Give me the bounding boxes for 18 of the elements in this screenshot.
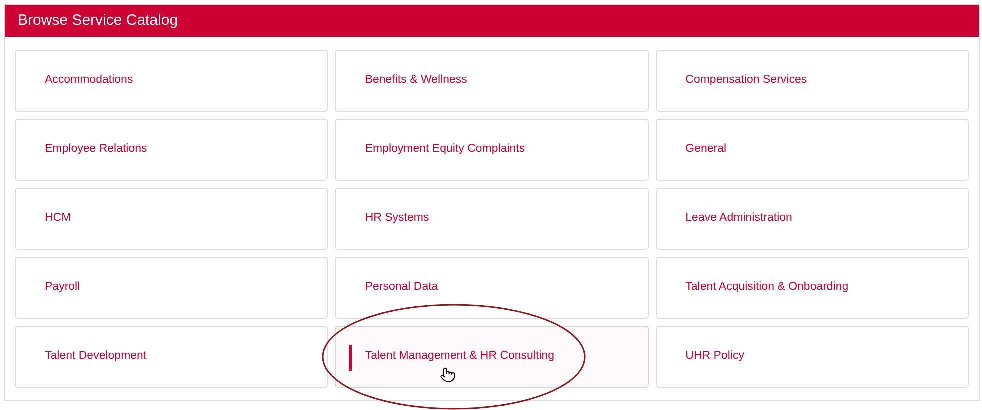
category-card[interactable]: Talent Development	[15, 326, 328, 388]
category-card[interactable]: General	[656, 119, 969, 181]
category-card[interactable]: HR Systems	[335, 188, 649, 250]
category-card[interactable]: UHR Policy	[656, 326, 969, 388]
category-card[interactable]: Talent Management & HR Consulting	[335, 326, 649, 388]
category-card[interactable]: Personal Data	[335, 257, 649, 319]
category-card[interactable]: HCM	[15, 188, 328, 250]
category-card[interactable]: Payroll	[15, 257, 328, 319]
panel-title: Browse Service Catalog	[18, 10, 178, 31]
category-card[interactable]: Compensation Services	[656, 50, 969, 112]
category-card[interactable]: Benefits & Wellness	[335, 50, 649, 112]
category-card[interactable]: Talent Acquisition & Onboarding	[656, 257, 969, 319]
selection-bar	[349, 345, 352, 371]
category-card[interactable]: Employee Relations	[15, 119, 328, 181]
hand-cursor-icon	[440, 366, 456, 384]
category-card[interactable]: Accommodations	[15, 50, 328, 112]
category-card[interactable]: Employment Equity Complaints	[335, 119, 649, 181]
category-card[interactable]: Leave Administration	[656, 188, 969, 250]
